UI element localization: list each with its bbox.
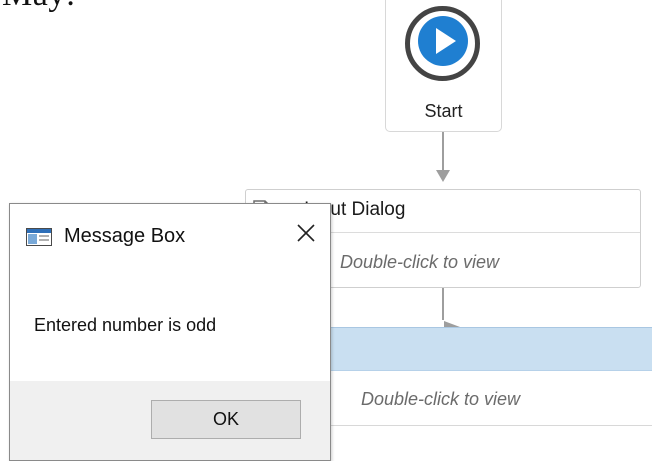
connector-line xyxy=(442,132,444,174)
close-icon xyxy=(296,223,316,248)
close-button[interactable] xyxy=(289,218,323,252)
sequence-divider xyxy=(330,425,652,426)
start-circle xyxy=(405,6,480,81)
connector-line-2 xyxy=(442,288,444,320)
dialog-footer: OK xyxy=(10,381,330,460)
window-icon xyxy=(26,228,52,251)
activity-hint: Double-click to view xyxy=(340,252,500,272)
dialog-message: Entered number is odd xyxy=(34,315,217,335)
sequence-header xyxy=(330,327,652,371)
sequence-activity[interactable]: Double-click to view xyxy=(330,327,652,461)
dialog-title: Message Box xyxy=(64,225,186,247)
ok-button[interactable]: OK xyxy=(151,400,301,439)
start-activity[interactable]: Start xyxy=(385,0,502,132)
dialog-titlebar[interactable]: Message Box xyxy=(10,204,330,266)
start-label: Start xyxy=(424,101,463,121)
play-icon xyxy=(417,15,469,72)
message-box-dialog: Message Box Entered number is odd OK xyxy=(9,203,331,461)
connector-arrow xyxy=(436,170,450,182)
cropped-heading: May: xyxy=(2,0,76,14)
sequence-hint: Double-click to view xyxy=(361,389,521,409)
